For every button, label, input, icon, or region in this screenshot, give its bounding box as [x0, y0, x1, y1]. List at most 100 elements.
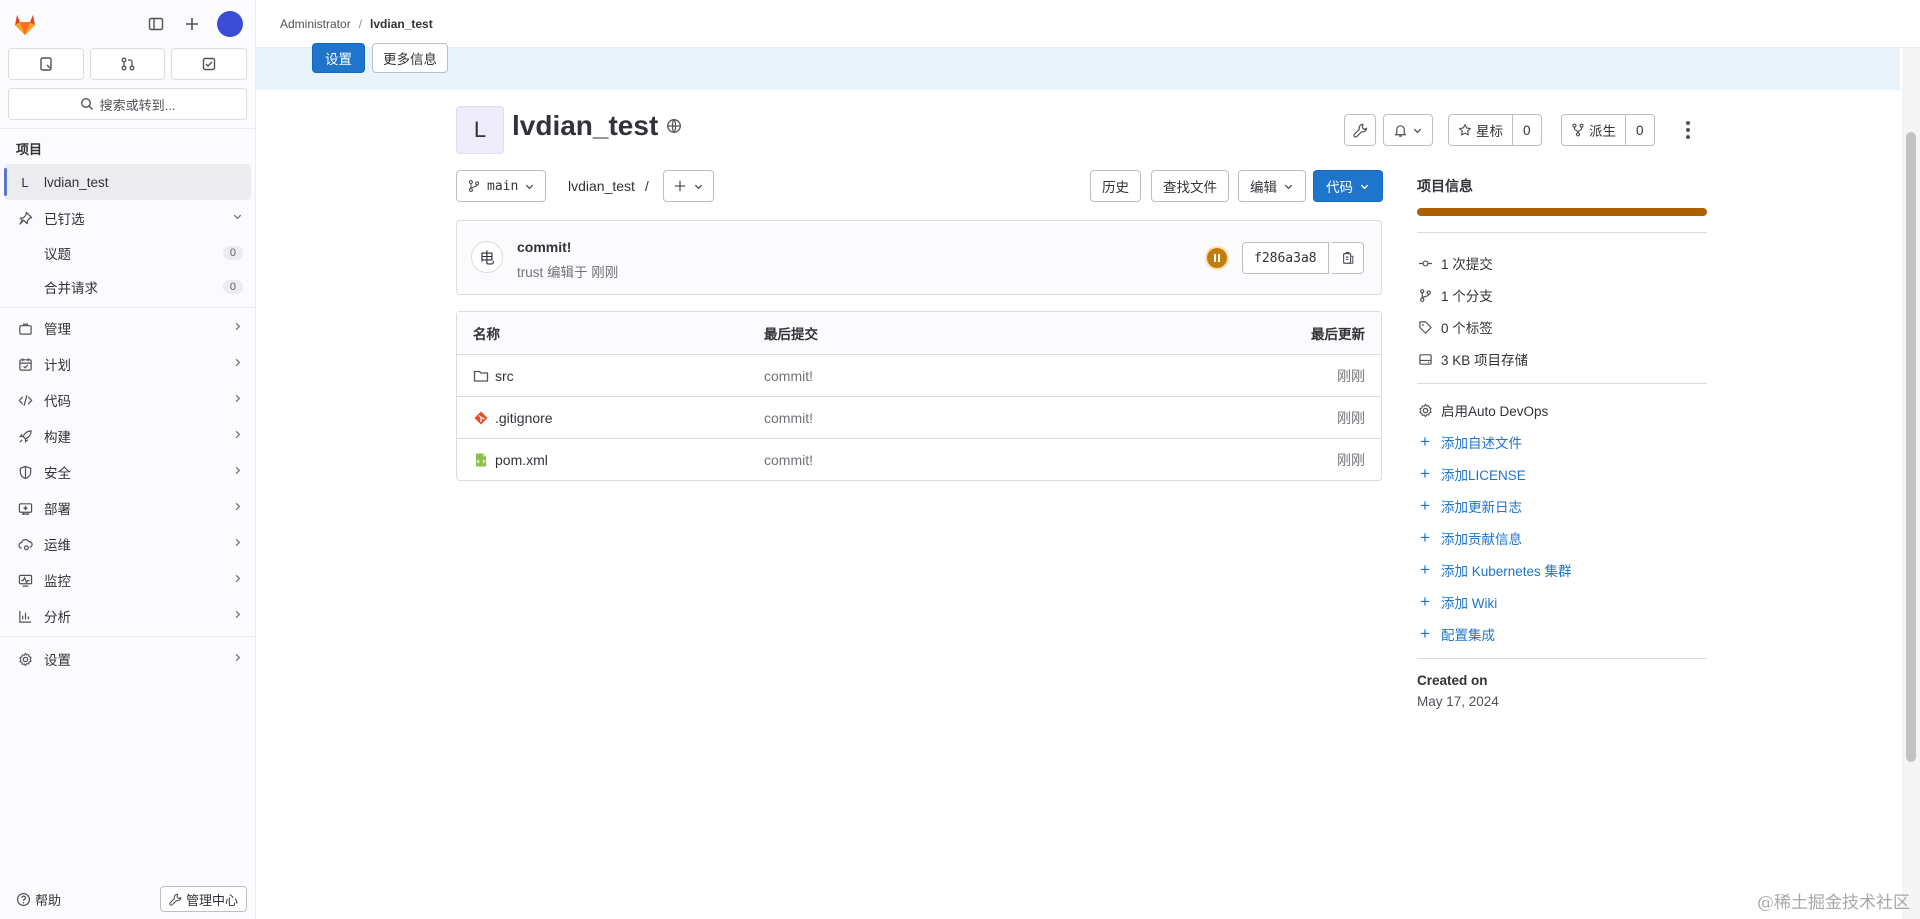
create-new-icon[interactable] [181, 13, 203, 35]
code-dropdown[interactable]: 代码 [1313, 170, 1383, 202]
section-title: 项目 [16, 142, 43, 157]
briefcase-icon [16, 321, 34, 336]
sidebar-item-pinned[interactable]: 已钉选 [0, 200, 255, 236]
branch-selector[interactable]: main [456, 170, 547, 202]
sidebar-item-deploy[interactable]: 部署 [0, 490, 255, 526]
toggle-sidebar-icon[interactable] [145, 13, 167, 35]
star-button[interactable]: 星标 0 [1448, 114, 1542, 146]
commit-author-avatar[interactable]: 电 [471, 241, 503, 273]
add-kubernetes-link[interactable]: + 添加 Kubernetes 集群 [1417, 554, 1707, 586]
pipeline-paused-icon[interactable] [1207, 248, 1227, 268]
file-last-update: 刚刚 [1337, 451, 1365, 468]
gear-icon [1417, 403, 1433, 418]
admin-project-button[interactable] [1344, 114, 1376, 146]
search-button[interactable]: 搜索或转到... [8, 88, 247, 120]
monitor-icon [16, 573, 34, 588]
star-count[interactable]: 0 [1512, 115, 1541, 145]
sidebar-item-manage[interactable]: 管理 [0, 310, 255, 346]
merge-request-icon [121, 57, 134, 71]
sidebar-item-security[interactable]: 安全 [0, 454, 255, 490]
repo-path-root[interactable]: lvdian_test [568, 178, 635, 194]
calendar-icon [16, 357, 34, 372]
file-name[interactable]: .gitignore [495, 410, 553, 426]
language-bar [1417, 208, 1707, 216]
project-avatar: L [456, 106, 504, 154]
sidebar-item-issues[interactable]: 议题 0 [0, 236, 255, 270]
user-avatar[interactable] [217, 11, 243, 37]
find-file-button[interactable]: 查找文件 [1151, 170, 1229, 202]
admin-area-button[interactable]: 管理中心 [159, 886, 247, 912]
gitlab-logo-icon[interactable] [12, 11, 38, 37]
help-label: 帮助 [35, 892, 62, 908]
sidebar-item-operate[interactable]: 运维 [0, 526, 255, 562]
breadcrumb-parent[interactable]: Administrator [280, 17, 351, 31]
code-label: 代码 [1326, 180, 1353, 195]
add-license-link[interactable]: + 添加LICENSE [1417, 458, 1707, 490]
merge-requests-tab[interactable] [89, 48, 166, 80]
table-row[interactable]: src commit! 刚刚 [457, 354, 1381, 396]
table-row[interactable]: .gitignore commit! 刚刚 [457, 396, 1381, 438]
sidebar-item-project[interactable]: L lvdian_test [4, 164, 251, 200]
add-to-tree-dropdown[interactable] [663, 170, 714, 202]
file-last-update: 刚刚 [1337, 367, 1365, 384]
issues-tab[interactable] [8, 48, 84, 80]
add-wiki-link[interactable]: + 添加 Wiki [1417, 586, 1707, 618]
sidebar-item-label: 合并请求 [44, 281, 98, 296]
copy-sha-button[interactable] [1332, 242, 1364, 274]
commit-sha[interactable]: f286a3a8 [1242, 242, 1329, 274]
commits-stat[interactable]: 1 次提交 [1417, 247, 1707, 279]
add-readme-link[interactable]: + 添加自述文件 [1417, 426, 1707, 458]
todos-tab[interactable] [171, 48, 248, 80]
count-badge: 0 [222, 246, 243, 260]
more-actions-icon[interactable] [1681, 118, 1695, 142]
table-row[interactable]: pom.xml commit! 刚刚 [457, 438, 1381, 480]
auto-devops-link[interactable]: 启用Auto DevOps [1417, 394, 1707, 426]
file-name[interactable]: src [495, 368, 514, 384]
help-button[interactable]: 帮助 [16, 890, 61, 909]
file-last-commit[interactable]: commit! [764, 452, 1201, 468]
fork-button[interactable]: 派生 0 [1561, 114, 1655, 146]
breadcrumb-current[interactable]: lvdian_test [370, 17, 433, 31]
chevron-right-icon [232, 501, 243, 515]
notifications-dropdown[interactable] [1383, 114, 1433, 146]
file-name[interactable]: pom.xml [495, 452, 548, 468]
sidebar-item-merge-requests[interactable]: 合并请求 0 [0, 270, 255, 304]
sidebar-item-code[interactable]: 代码 [0, 382, 255, 418]
edit-dropdown[interactable]: 编辑 [1238, 170, 1306, 202]
file-last-commit[interactable]: commit! [764, 410, 1201, 426]
add-changelog-link[interactable]: + 添加更新日志 [1417, 490, 1707, 522]
branch-name: main [487, 178, 519, 194]
file-last-commit[interactable]: commit! [764, 368, 1201, 384]
scrollbar-thumb[interactable] [1906, 132, 1916, 762]
branches-stat[interactable]: 1 个分支 [1417, 279, 1707, 311]
sidebar-item-settings[interactable]: 设置 [0, 641, 255, 677]
created-on-value: May 17, 2024 [1417, 694, 1499, 709]
tags-label: 0 个标签 [1441, 321, 1493, 336]
fork-count[interactable]: 0 [1625, 115, 1654, 145]
sidebar-item-label: 管理 [44, 322, 71, 337]
sidebar-item-build[interactable]: 构建 [0, 418, 255, 454]
history-button[interactable]: 历史 [1090, 170, 1141, 202]
link-label: 添加贡献信息 [1441, 532, 1522, 547]
more-info-button[interactable]: 更多信息 [372, 43, 448, 73]
tags-stat[interactable]: 0 个标签 [1417, 311, 1707, 343]
sidebar-item-label: 运维 [44, 538, 71, 553]
storage-stat[interactable]: 3 KB 项目存储 [1417, 343, 1707, 375]
sidebar-header [0, 0, 255, 48]
sidebar-item-label: 分析 [44, 610, 71, 625]
link-label: 添加 Kubernetes 集群 [1441, 564, 1572, 579]
column-header-last-commit: 最后提交 [764, 327, 818, 342]
sidebar-item-monitor[interactable]: 监控 [0, 562, 255, 598]
sidebar-item-label: 安全 [44, 466, 71, 481]
link-label: 添加自述文件 [1441, 436, 1522, 451]
chevron-right-icon [232, 393, 243, 407]
add-contributing-link[interactable]: + 添加贡献信息 [1417, 522, 1707, 554]
commit-title[interactable]: commit! [517, 239, 571, 255]
configure-integrations-link[interactable]: + 配置集成 [1417, 618, 1707, 650]
sidebar-item-analyze[interactable]: 分析 [0, 598, 255, 634]
todo-icon [202, 57, 216, 71]
banner-settings-button[interactable]: 设置 [312, 43, 365, 73]
table-header: 名称 最后提交 最后更新 [457, 312, 1381, 354]
sidebar-item-plan[interactable]: 计划 [0, 346, 255, 382]
wrench-icon [1352, 123, 1367, 138]
